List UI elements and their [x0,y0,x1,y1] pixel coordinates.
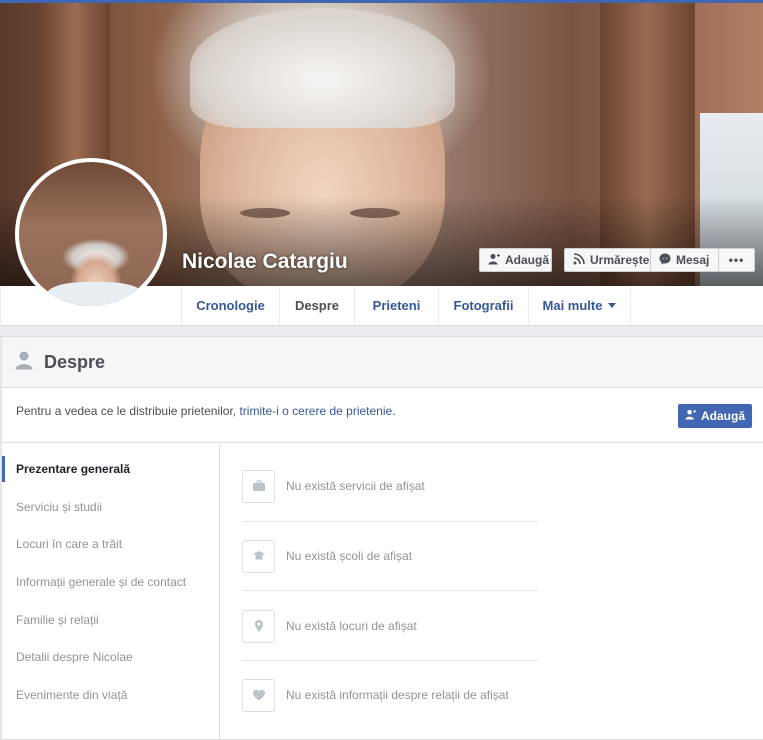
add-friend-icon [488,253,500,268]
nav-item-details[interactable]: Detalii despre Nicolae [2,644,220,670]
profile-picture[interactable] [15,158,167,310]
nav-item-places-lived[interactable]: Locuri în care a trăit [2,531,220,557]
notice-end: . [392,404,396,418]
tab-label: Mai multe [542,298,603,313]
send-friend-request-link[interactable]: trimite-i o cerere de prietenie [239,404,392,418]
about-panel: Despre Pentru a vedea ce le distribuie p… [1,336,763,740]
tab-label: Despre [294,298,340,313]
about-title: Despre [44,351,106,372]
add-friend-label: Adaugă [700,409,745,423]
chevron-down-icon [608,303,617,308]
nav-item-work-education[interactable]: Serviciu și studii [2,494,220,520]
nav-item-overview[interactable]: Prezentare generală [2,456,220,482]
add-friend-button[interactable]: Adaugă [479,248,552,272]
person-icon [14,350,34,375]
overview-text: Nu există școli de afișat [286,549,413,563]
tab-prieteni[interactable]: Prieteni [354,286,438,325]
about-sidebar: Prezentare generală Serviciu și studii L… [2,444,220,740]
nav-item-life-events[interactable]: Evenimente din viață [2,682,220,708]
heart-icon [242,678,275,712]
overview-text: Nu există informații despre relații de a… [286,688,509,702]
message-button[interactable]: Mesaj [651,248,719,272]
tab-label: Cronologie [196,298,265,313]
message-label: Mesaj [676,253,710,267]
add-friend-blue-button[interactable]: Adaugă [678,404,752,428]
about-header: Despre [2,337,763,388]
more-options-button[interactable]: ••• [719,248,755,272]
graduation-cap-icon [242,539,275,573]
tab-label: Prieteni [372,298,421,313]
friend-request-notice: Pentru a vedea ce le distribuie prieteni… [2,389,763,443]
briefcase-icon [242,469,275,503]
tab-fotografii[interactable]: Fotografii [438,286,528,325]
profile-actions: Urmărește Mesaj ••• [564,248,755,272]
profile-name[interactable]: Nicolae Catargiu [182,250,348,274]
nav-item-contact-info[interactable]: Informații generale și de contact [2,569,220,595]
overview-row-relationships: Nu există informații despre relații de a… [242,678,538,712]
add-friend-icon [685,409,696,423]
follow-button[interactable]: Urmărește [564,248,651,272]
overview-text: Nu există servicii de afișat [286,479,425,493]
messenger-icon [659,253,671,268]
add-friend-label: Adaugă [505,253,550,267]
overview-row-places: Nu există locuri de afișat [242,609,538,643]
tab-despre[interactable]: Despre [279,286,354,325]
tab-cronologie[interactable]: Cronologie [181,286,279,325]
rss-icon [573,252,585,268]
tab-label: Fotografii [453,298,514,313]
notice-text: Pentru a vedea ce le distribuie prieteni… [16,404,240,418]
location-pin-icon [242,609,275,643]
tab-mai-multe[interactable]: Mai multe [528,286,631,325]
follow-label: Urmărește [590,253,650,267]
overview-row-work: Nu există servicii de afișat [242,469,538,503]
overview-text: Nu există locuri de afișat [286,619,417,633]
overview-row-schools: Nu există școli de afișat [242,539,538,573]
nav-item-family-relationships[interactable]: Familie și relații [2,607,220,633]
